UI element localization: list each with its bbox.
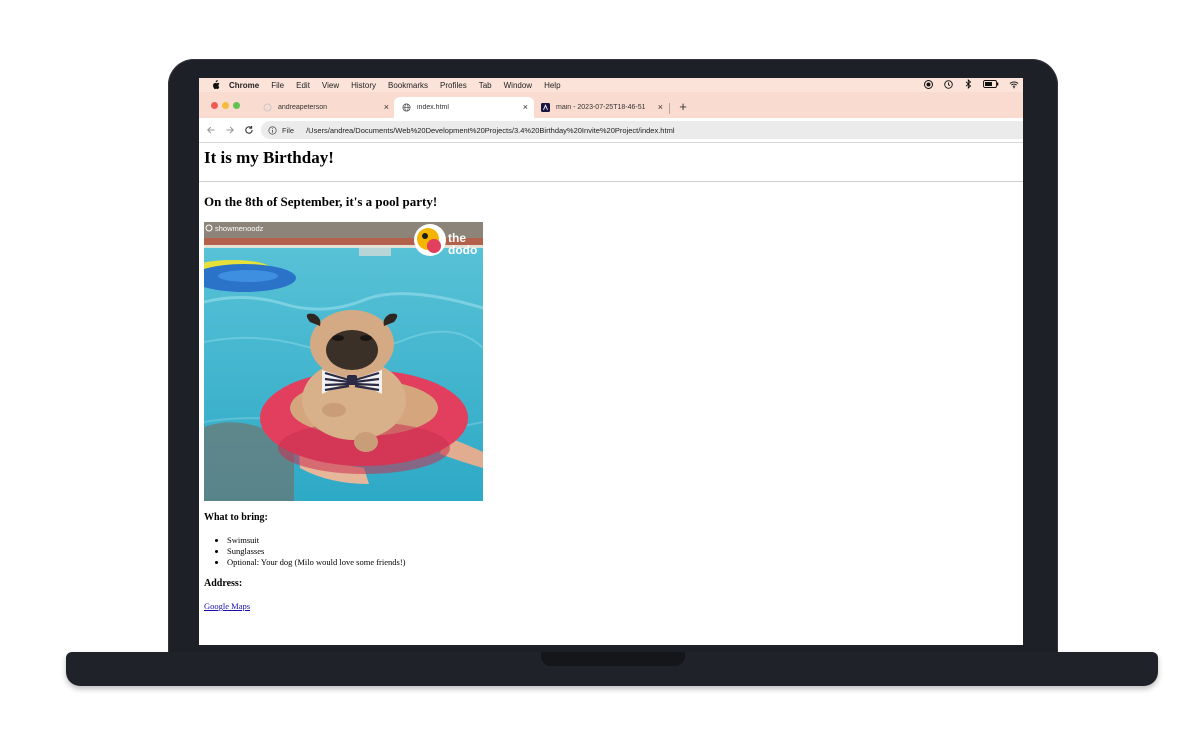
bluetooth-icon[interactable] xyxy=(963,79,973,89)
laptop-screen: Chrome File Edit View History Bookmarks … xyxy=(199,78,1023,645)
menu-help[interactable]: Help xyxy=(544,81,560,90)
window-minimize-button[interactable] xyxy=(222,102,229,109)
bring-heading: What to bring: xyxy=(204,512,268,523)
bring-list: Swimsuit Sunglasses Optional: Your dog (… xyxy=(215,535,406,568)
url-scheme-label: File xyxy=(282,125,295,135)
menu-window[interactable]: Window xyxy=(504,81,532,90)
page-content: It is my Birthday! On the 8th of Septemb… xyxy=(199,143,1023,645)
address-bar[interactable]: File /Users/andrea/Documents/Web%20Devel… xyxy=(261,121,1023,139)
loading-spinner-icon xyxy=(263,103,272,112)
party-subtitle: On the 8th of September, it's a pool par… xyxy=(204,194,438,209)
horizontal-rule xyxy=(199,181,1023,182)
url-text[interactable]: /Users/andrea/Documents/Web%20Developmen… xyxy=(306,126,674,135)
macos-menubar: Chrome File Edit View History Bookmarks … xyxy=(199,78,1023,92)
browser-toolbar: File /Users/andrea/Documents/Web%20Devel… xyxy=(199,118,1023,143)
menubar-status-area xyxy=(923,79,1019,89)
app-logo-icon xyxy=(541,103,550,112)
menu-edit[interactable]: Edit xyxy=(296,81,310,90)
google-maps-link[interactable]: Google Maps xyxy=(204,601,250,611)
tab-label: main - 2023-07-25T18-46-51 xyxy=(556,104,646,111)
screen-record-icon[interactable] xyxy=(923,79,933,89)
browser-tabstrip: andreapeterson × index.html × main - 202… xyxy=(199,92,1023,118)
tab-close-icon[interactable]: × xyxy=(523,103,528,112)
window-close-button[interactable] xyxy=(211,102,218,109)
menu-chrome[interactable]: Chrome xyxy=(229,81,259,90)
pool-dog-image: the dodo showmenoodz xyxy=(204,222,483,501)
info-icon[interactable] xyxy=(267,125,277,135)
back-arrow-icon[interactable] xyxy=(204,123,218,137)
menu-file[interactable]: File xyxy=(271,81,284,90)
tab-label: index.html xyxy=(417,104,449,111)
page-title: It is my Birthday! xyxy=(204,148,334,167)
apple-logo-icon[interactable] xyxy=(209,79,221,91)
battery-icon[interactable] xyxy=(983,79,999,89)
image-logo-line2: dodo xyxy=(448,243,477,257)
forward-arrow-icon[interactable] xyxy=(223,123,237,137)
window-zoom-button[interactable] xyxy=(233,102,240,109)
reload-icon[interactable] xyxy=(242,123,256,137)
tab-label: andreapeterson xyxy=(278,104,328,111)
tab-main-recording[interactable]: main - 2023-07-25T18-46-51 × xyxy=(533,97,669,118)
tab-close-icon[interactable]: × xyxy=(658,103,663,112)
tab-andreapeterson[interactable]: andreapeterson × xyxy=(255,97,395,118)
menu-view[interactable]: View xyxy=(322,81,339,90)
laptop-notch xyxy=(541,652,685,666)
list-item: Sunglasses xyxy=(227,546,406,557)
list-item: Swimsuit xyxy=(227,535,406,546)
image-watermark: showmenoodz xyxy=(215,224,264,233)
menu-profiles[interactable]: Profiles xyxy=(440,81,467,90)
menu-bookmarks[interactable]: Bookmarks xyxy=(388,81,428,90)
wifi-icon[interactable] xyxy=(1009,79,1019,89)
tab-close-icon[interactable]: × xyxy=(384,103,389,112)
list-item: Optional: Your dog (Milo would love some… xyxy=(227,557,406,568)
tab-index-html[interactable]: index.html × xyxy=(394,97,534,118)
address-heading: Address: xyxy=(204,578,243,589)
globe-icon xyxy=(402,103,411,112)
menu-history[interactable]: History xyxy=(351,81,376,90)
tab-separator xyxy=(669,103,670,114)
menu-tab[interactable]: Tab xyxy=(479,81,492,90)
clock-icon[interactable] xyxy=(943,79,953,89)
new-tab-button[interactable]: + xyxy=(676,100,690,114)
